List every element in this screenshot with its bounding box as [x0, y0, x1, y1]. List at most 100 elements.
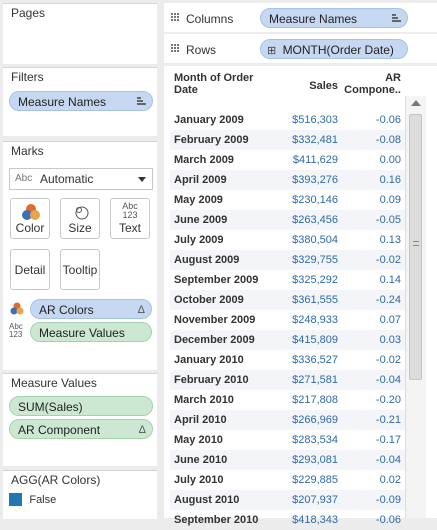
rows-pill-month-order-date[interactable]: ⊞ MONTH(Order Date)	[260, 39, 408, 59]
cell-ar-component[interactable]: 0.16	[338, 170, 407, 190]
scroll-up-arrow[interactable]	[411, 100, 421, 106]
color-button-label: Color	[15, 221, 45, 235]
legend-title: AGG(AR Colors)	[11, 473, 101, 487]
cell-ar-component[interactable]: -0.08	[338, 130, 407, 150]
field-pill-ar-colors[interactable]: AR Colors Δ	[30, 299, 152, 319]
tooltip-button-label: Tooltip	[62, 263, 98, 277]
color-button[interactable]: Color	[10, 198, 50, 239]
rows-label: Rows	[186, 43, 217, 57]
pages-card: Pages	[3, 3, 157, 64]
cell-sales[interactable]: $361,555	[270, 290, 338, 310]
cell-month[interactable]: September 2009	[170, 270, 270, 290]
cell-sales[interactable]: $263,456	[270, 210, 338, 230]
table-row: December 2009 $415,809 0.03	[170, 330, 407, 350]
cell-month[interactable]: February 2009	[170, 130, 270, 150]
header-ar-component[interactable]: AR Compone..	[338, 70, 407, 110]
cell-sales[interactable]: $283,534	[270, 430, 338, 450]
cell-sales[interactable]: $393,276	[270, 170, 338, 190]
marks-card: Marks Abc Automatic Color Size Abc 123 T…	[3, 141, 157, 370]
cell-sales[interactable]: $271,581	[270, 370, 338, 390]
cell-month[interactable]: August 2010	[170, 490, 270, 510]
header-sales[interactable]: Sales	[270, 70, 338, 110]
cell-ar-component[interactable]: -0.04	[338, 370, 407, 390]
filter-pill-measure-names[interactable]: Measure Names	[9, 91, 153, 111]
cell-sales[interactable]: $207,937	[270, 490, 338, 510]
cell-ar-component[interactable]: -0.17	[338, 430, 407, 450]
header-month[interactable]: Month of Order Date	[170, 70, 270, 110]
cell-ar-component[interactable]: -0.06	[338, 110, 407, 130]
color-field-icon	[10, 302, 24, 315]
text-button[interactable]: Abc 123 Text	[110, 198, 150, 239]
cell-sales[interactable]: $336,527	[270, 350, 338, 370]
cell-ar-component[interactable]: 0.02	[338, 470, 407, 490]
cell-month[interactable]: October 2009	[170, 290, 270, 310]
detail-button[interactable]: Detail	[10, 249, 50, 290]
pages-title: Pages	[11, 6, 46, 20]
legend-item-false[interactable]: False	[9, 492, 56, 507]
cell-sales[interactable]: $266,969	[270, 410, 338, 430]
cell-ar-component[interactable]: -0.24	[338, 290, 407, 310]
text-icon-bottom: 123	[122, 210, 138, 220]
cell-sales[interactable]: $516,303	[270, 110, 338, 130]
cell-sales[interactable]: $229,885	[270, 470, 338, 490]
cell-month[interactable]: May 2010	[170, 430, 270, 450]
cell-month[interactable]: February 2010	[170, 370, 270, 390]
cell-month[interactable]: April 2010	[170, 410, 270, 430]
cell-sales[interactable]: $217,808	[270, 390, 338, 410]
cell-ar-component[interactable]: -0.21	[338, 410, 407, 430]
cell-month[interactable]: July 2009	[170, 230, 270, 250]
size-button-label: Size	[68, 221, 92, 235]
cell-ar-component[interactable]: 0.07	[338, 310, 407, 330]
cell-month[interactable]: June 2010	[170, 450, 270, 470]
cell-ar-component[interactable]: 0.03	[338, 330, 407, 350]
size-button[interactable]: Size	[60, 198, 100, 239]
cell-ar-component[interactable]: -0.02	[338, 250, 407, 270]
cell-month[interactable]: March 2010	[170, 390, 270, 410]
cell-ar-component[interactable]: -0.05	[338, 210, 407, 230]
columns-pill-measure-names[interactable]: Measure Names	[260, 8, 408, 28]
cell-month[interactable]: July 2010	[170, 470, 270, 490]
tooltip-button[interactable]: Tooltip	[60, 249, 100, 290]
cell-ar-component[interactable]: 0.14	[338, 270, 407, 290]
cell-sales[interactable]: $325,292	[270, 270, 338, 290]
cell-sales[interactable]: $329,755	[270, 250, 338, 270]
scrollbar-thumb[interactable]	[409, 114, 422, 380]
cell-month[interactable]: May 2009	[170, 190, 270, 210]
size-icon	[75, 206, 89, 220]
cell-ar-component[interactable]: 0.00	[338, 150, 407, 170]
vertical-scrollbar[interactable]	[405, 96, 426, 518]
cell-month[interactable]: November 2009	[170, 310, 270, 330]
cell-month[interactable]: September 2010	[170, 510, 270, 530]
cell-month[interactable]: December 2009	[170, 330, 270, 350]
cell-ar-component[interactable]: 0.09	[338, 190, 407, 210]
cell-sales[interactable]: $418,343	[270, 510, 338, 530]
cell-month[interactable]: March 2009	[170, 150, 270, 170]
measure-pill-ar-component[interactable]: AR Component Δ	[9, 419, 153, 439]
mark-type-label: Automatic	[40, 172, 94, 186]
cell-sales[interactable]: $248,933	[270, 310, 338, 330]
rows-shelf: Rows ⊞ MONTH(Order Date)	[164, 34, 437, 63]
cell-month[interactable]: August 2009	[170, 250, 270, 270]
field-pill-measure-values[interactable]: Measure Values	[30, 322, 152, 342]
cell-ar-component[interactable]: -0.20	[338, 390, 407, 410]
cell-ar-component[interactable]: -0.02	[338, 350, 407, 370]
measure-pill-sum-sales[interactable]: SUM(Sales)	[9, 396, 153, 416]
cell-sales[interactable]: $230,146	[270, 190, 338, 210]
cell-sales[interactable]: $293,081	[270, 450, 338, 470]
mark-type-dropdown[interactable]: Abc Automatic	[9, 168, 153, 190]
table-row: July 2009 $380,504 0.13	[170, 230, 407, 250]
cell-month[interactable]: June 2009	[170, 210, 270, 230]
table-row: November 2009 $248,933 0.07	[170, 310, 407, 330]
cell-ar-component[interactable]: -0.06	[338, 510, 407, 530]
cell-sales[interactable]: $332,481	[270, 130, 338, 150]
cell-month[interactable]: January 2010	[170, 350, 270, 370]
cell-sales[interactable]: $411,629	[270, 150, 338, 170]
cell-month[interactable]: April 2009	[170, 170, 270, 190]
cell-ar-component[interactable]: -0.04	[338, 450, 407, 470]
cell-sales[interactable]: $380,504	[270, 230, 338, 250]
table-row: June 2009 $263,456 -0.05	[170, 210, 407, 230]
cell-month[interactable]: January 2009	[170, 110, 270, 130]
cell-sales[interactable]: $415,809	[270, 330, 338, 350]
cell-ar-component[interactable]: 0.13	[338, 230, 407, 250]
cell-ar-component[interactable]: -0.09	[338, 490, 407, 510]
